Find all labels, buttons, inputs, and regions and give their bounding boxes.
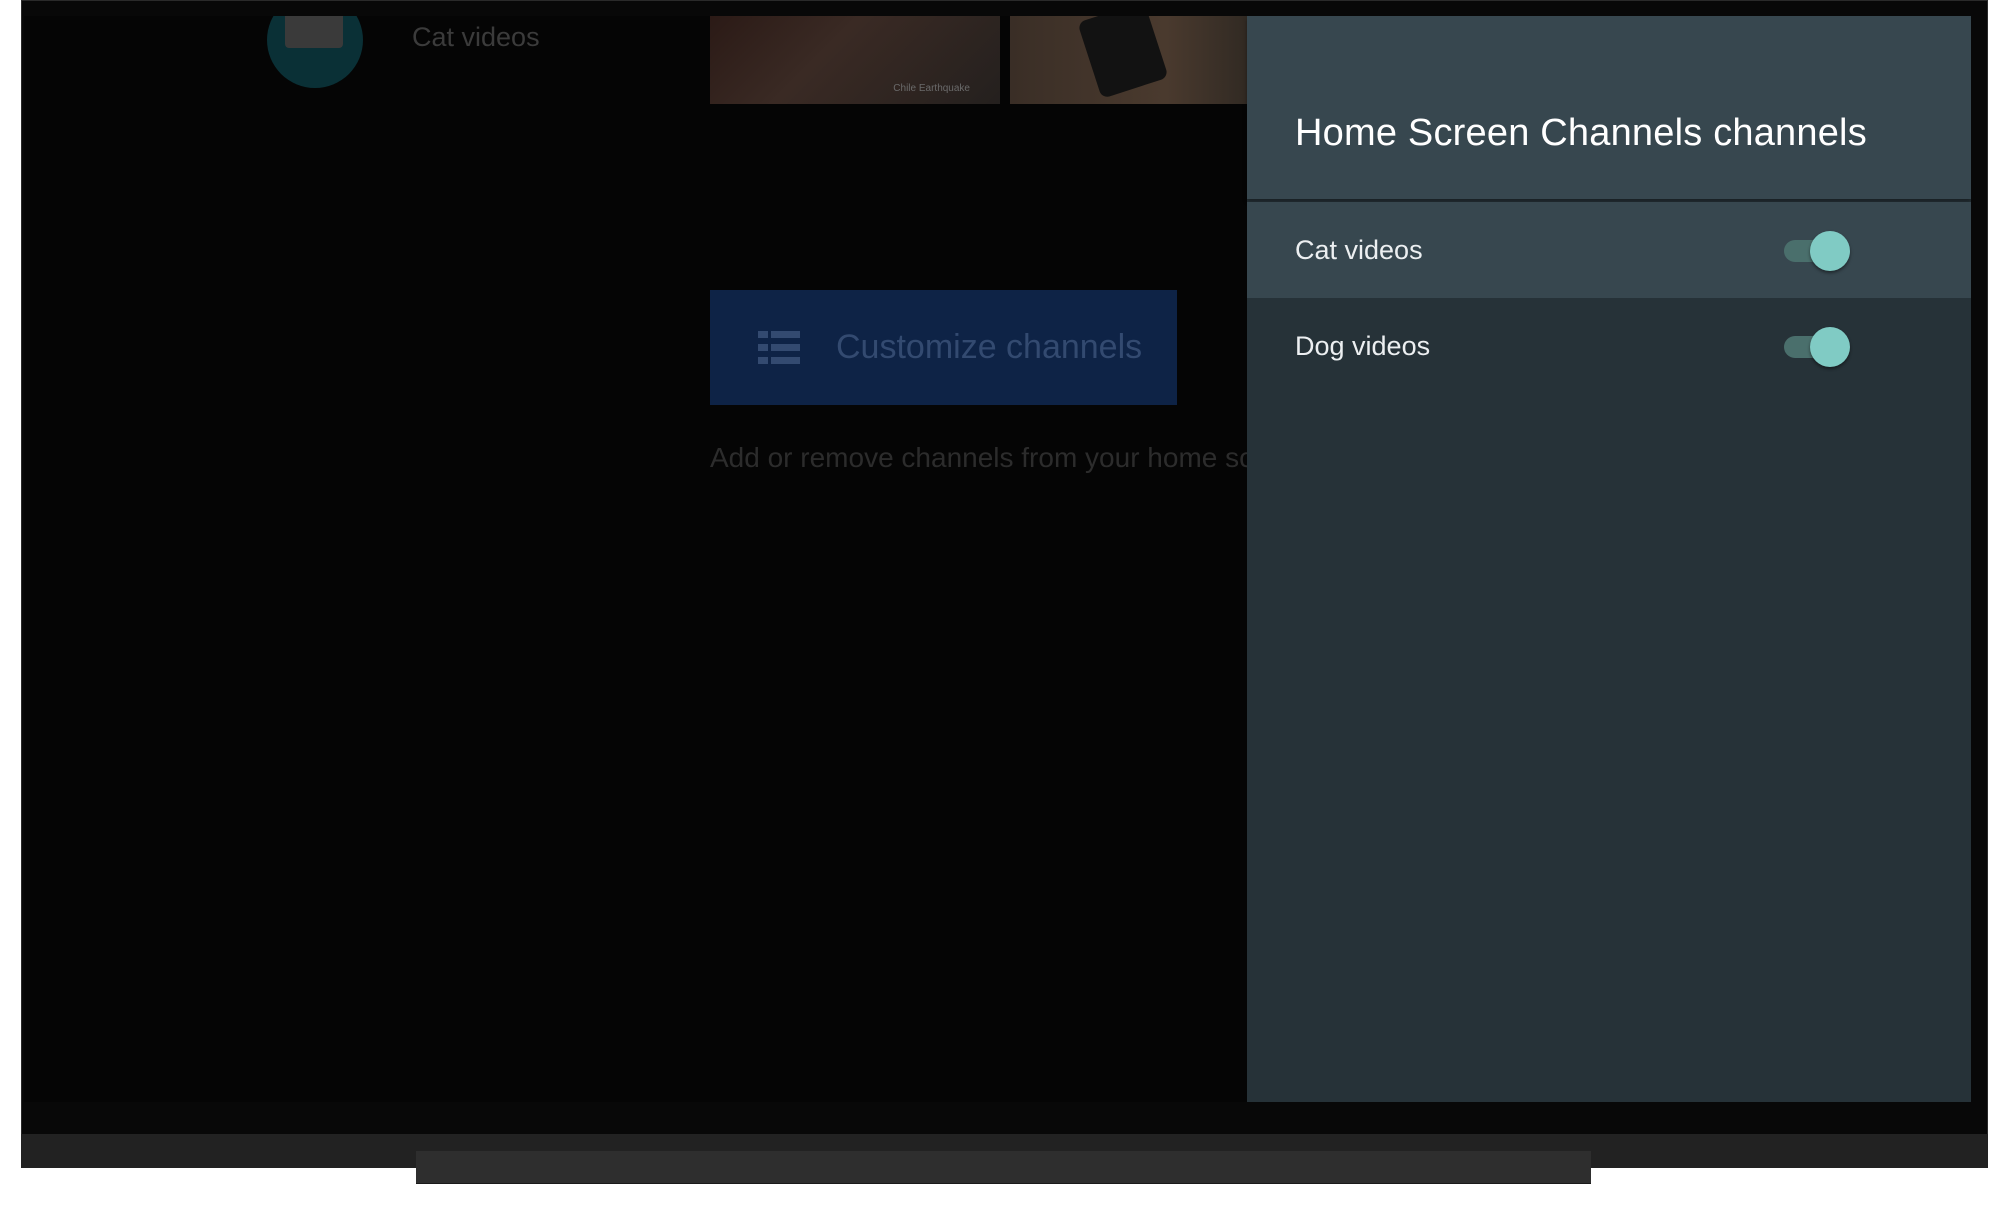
customize-channels-button: Customize channels — [710, 290, 1177, 405]
background-channel-title: Cat videos — [412, 22, 540, 52]
remote-control-image — [1077, 16, 1169, 99]
channel-avatar-icon — [267, 16, 363, 88]
channel-item-label: Cat videos — [1295, 234, 1423, 265]
channel-item-cat-videos[interactable]: Cat videos — [1247, 202, 1971, 298]
channel-toggle-switch[interactable] — [1784, 230, 1850, 271]
video-thumbnail — [1010, 16, 1270, 104]
channel-item-dog-videos[interactable]: Dog videos — [1247, 298, 1971, 394]
channel-toggle-switch[interactable] — [1784, 326, 1850, 367]
customize-channels-label: Customize channels — [836, 328, 1143, 366]
video-thumbnail: Chile Earthquake — [710, 16, 1000, 104]
channel-item-label: Dog videos — [1295, 330, 1431, 361]
list-icon — [758, 330, 800, 365]
panel-title: Home Screen Channels channels — [1295, 112, 1867, 154]
channels-side-panel: Home Screen Channels channels Cat videos… — [1247, 16, 1971, 1102]
switch-thumb — [1810, 231, 1850, 271]
customize-description: Add or remove channels from your home sc — [710, 442, 1254, 473]
tv-screen: Cat videos Chile Earthquake Customize ch… — [24, 16, 1971, 1102]
thumbnail-caption: Chile Earthquake — [893, 83, 970, 94]
switch-thumb — [1810, 327, 1850, 367]
panel-header: Home Screen Channels channels — [1247, 16, 1971, 199]
tv-stand — [416, 1151, 1591, 1184]
